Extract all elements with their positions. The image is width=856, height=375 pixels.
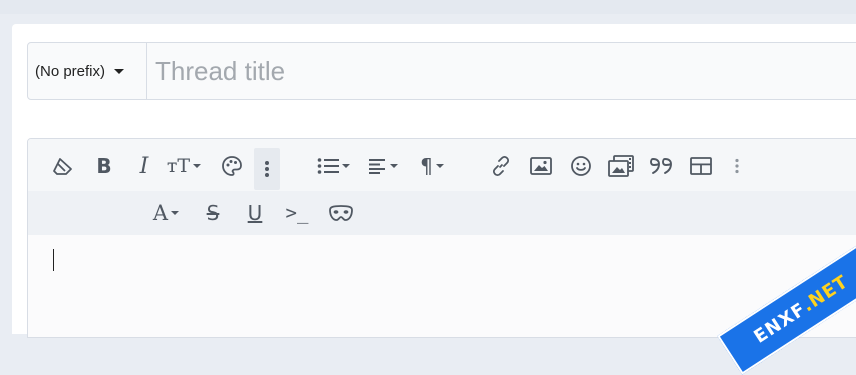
- editor-content-area[interactable]: [28, 235, 856, 337]
- align-left-icon: [368, 159, 385, 174]
- editor-toolbar-secondary: A S U >_: [28, 191, 856, 235]
- strikethrough-icon: S: [206, 201, 220, 225]
- table-button[interactable]: [688, 148, 714, 184]
- quote-button[interactable]: [648, 148, 676, 184]
- quote-icon: [650, 158, 672, 174]
- emoji-button[interactable]: [568, 148, 594, 184]
- more-vertical-icon: [735, 158, 739, 174]
- text-cursor: [53, 249, 54, 271]
- rich-text-editor: B I тT ¶ A S U >_: [27, 138, 856, 338]
- font-size-icon: тT: [166, 155, 191, 177]
- prefix-dropdown[interactable]: (No prefix): [28, 43, 147, 99]
- chevron-down-icon: [341, 164, 350, 168]
- code-icon: >_: [285, 202, 309, 224]
- font-family-icon: A: [152, 201, 169, 225]
- bold-icon: B: [96, 154, 112, 178]
- spoiler-button[interactable]: [326, 195, 356, 231]
- code-button[interactable]: >_: [282, 195, 312, 231]
- image-icon: [530, 157, 552, 175]
- more-vertical-icon: [265, 161, 269, 177]
- top-bar: [0, 0, 856, 14]
- more-button[interactable]: [728, 148, 746, 184]
- text-color-button[interactable]: [219, 148, 245, 184]
- list-icon: [317, 158, 339, 174]
- eraser-icon: [53, 158, 72, 175]
- font-family-button[interactable]: A: [146, 195, 186, 231]
- mask-icon: [329, 205, 353, 221]
- table-icon: [690, 157, 712, 175]
- italic-button[interactable]: I: [132, 148, 156, 184]
- underline-button[interactable]: U: [242, 195, 268, 231]
- emoji-icon: [571, 156, 591, 176]
- chevron-down-icon: [435, 164, 444, 168]
- link-button[interactable]: [488, 148, 514, 184]
- list-button[interactable]: [314, 148, 352, 184]
- underline-icon: U: [247, 201, 263, 225]
- align-button[interactable]: [364, 148, 402, 184]
- strikethrough-button[interactable]: S: [200, 195, 226, 231]
- italic-icon: I: [139, 153, 149, 179]
- paragraph-button[interactable]: ¶: [414, 148, 450, 184]
- more-options-button[interactable]: [254, 148, 280, 190]
- font-size-button[interactable]: тT: [164, 148, 204, 184]
- thread-title-input[interactable]: [147, 42, 856, 100]
- paragraph-icon: ¶: [420, 154, 433, 178]
- prefix-label: (No prefix): [35, 62, 106, 80]
- chevron-down-icon: [193, 164, 202, 168]
- image-button[interactable]: [528, 148, 554, 184]
- palette-icon: [222, 156, 242, 176]
- link-icon: [492, 155, 510, 177]
- bold-button[interactable]: B: [92, 148, 116, 184]
- chevron-down-icon: [114, 68, 125, 74]
- media-icon: [608, 155, 634, 177]
- editor-toolbar-primary: B I тT ¶: [28, 139, 856, 191]
- chevron-down-icon: [389, 164, 398, 168]
- remove-format-button[interactable]: [50, 148, 76, 184]
- chevron-down-icon: [171, 211, 180, 215]
- thread-title-row: (No prefix): [27, 42, 856, 100]
- media-button[interactable]: [606, 148, 636, 184]
